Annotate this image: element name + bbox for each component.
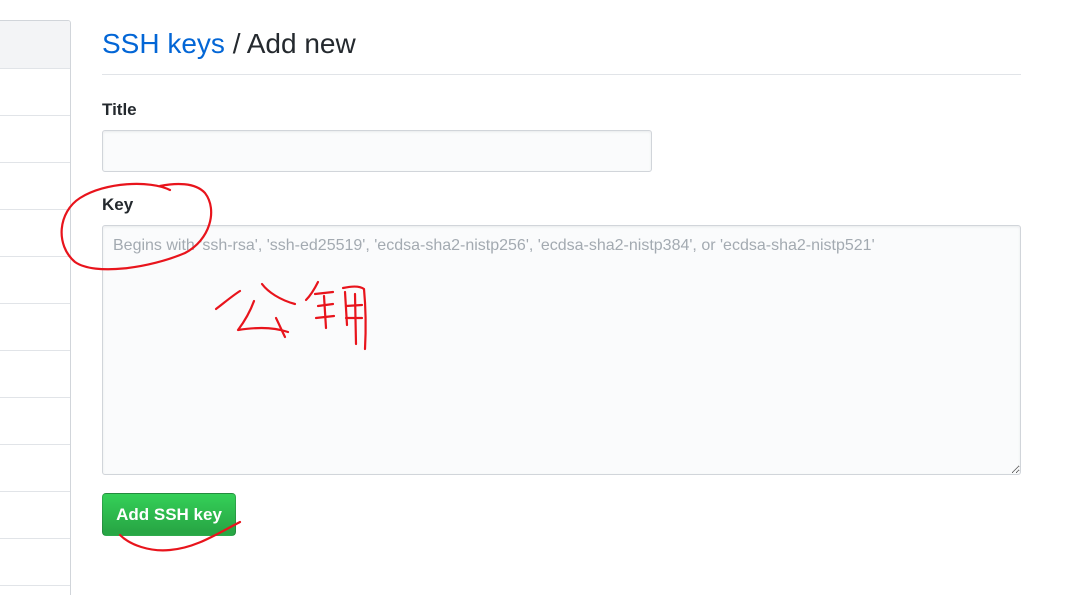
add-ssh-key-button[interactable]: Add SSH key	[102, 493, 236, 536]
sidebar-item[interactable]	[0, 492, 70, 539]
breadcrumb-ssh-keys-link[interactable]: SSH keys	[102, 28, 225, 59]
key-label: Key	[102, 195, 134, 214]
sidebar-item[interactable]	[0, 539, 70, 586]
sidebar-item[interactable]	[0, 116, 70, 163]
breadcrumb-separator: /	[232, 28, 241, 59]
sidebar-item[interactable]	[0, 351, 70, 398]
page: SSH keys / Add new Title Key Add SSH key	[0, 0, 1075, 595]
sidebar-item[interactable]	[0, 210, 70, 257]
sidebar-header	[0, 21, 70, 69]
title-label: Title	[102, 100, 137, 119]
main-content: SSH keys / Add new Title Key Add SSH key	[102, 24, 1021, 536]
sidebar-item[interactable]	[0, 257, 70, 304]
sidebar-item[interactable]	[0, 304, 70, 351]
key-textarea[interactable]	[102, 225, 1021, 475]
title-input[interactable]	[102, 130, 652, 172]
settings-sidebar-menu	[0, 20, 71, 595]
sidebar-item[interactable]	[0, 163, 70, 210]
sidebar-item[interactable]	[0, 445, 70, 492]
breadcrumb-current: Add new	[246, 28, 356, 59]
page-title: SSH keys / Add new	[102, 24, 1021, 75]
sidebar-item[interactable]	[0, 398, 70, 445]
sidebar-item[interactable]	[0, 69, 70, 116]
